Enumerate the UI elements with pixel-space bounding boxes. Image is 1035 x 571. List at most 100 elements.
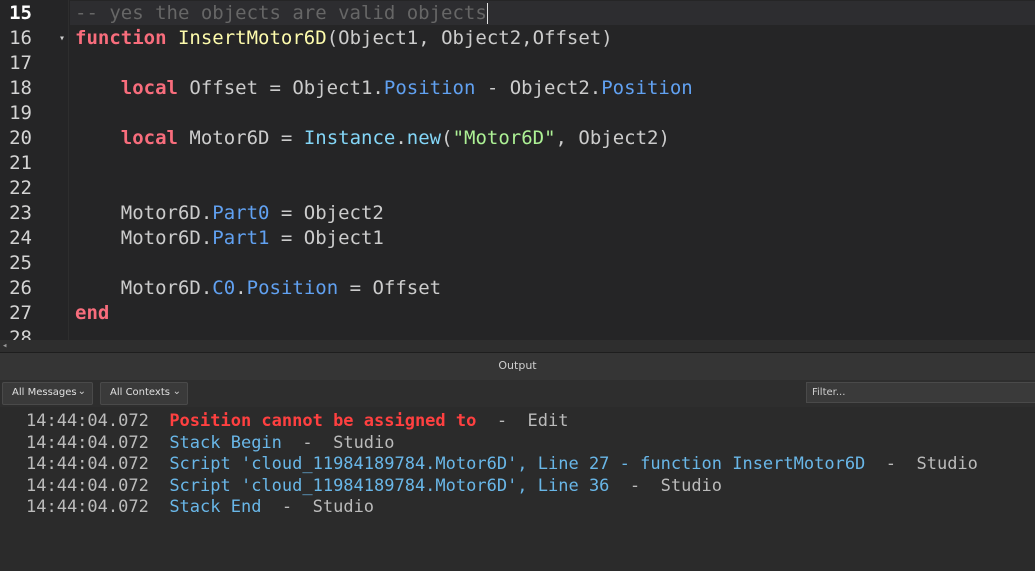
output-toolbar: All Messages ⌄ All Contexts ⌄ Filter... — [0, 380, 1035, 407]
line-number: 25 — [9, 252, 32, 274]
log-source: Studio — [333, 432, 395, 453]
code-line[interactable]: local Offset = Object1.Position - Object… — [75, 76, 693, 101]
code-token: Motor6D. — [75, 277, 213, 299]
log-timestamp: 14:44:04.072 — [26, 454, 149, 474]
code-token: = Offset — [338, 277, 442, 299]
editor-horizontal-scrollbar[interactable]: ◂ — [0, 340, 1035, 352]
code-token: . — [395, 127, 407, 149]
log-timestamp: 14:44:04.072 — [26, 497, 149, 517]
log-message: Script 'cloud_11984189784.Motor6D', Line… — [169, 454, 866, 474]
log-timestamp: 14:44:04.072 — [26, 411, 149, 431]
messages-filter-label: All Messages — [12, 387, 77, 398]
log-separator: - — [865, 454, 917, 474]
line-number: 20 — [9, 127, 32, 149]
code-token: Position — [246, 277, 339, 299]
code-token: end — [75, 302, 110, 324]
code-line[interactable]: Motor6D.Part0 = Object2 — [75, 201, 384, 226]
code-token: (Object1, Object2,Offset) — [326, 27, 613, 49]
log-separator: - — [281, 432, 334, 453]
chevron-down-icon: ⌄ — [77, 386, 86, 397]
output-log[interactable]: 14:44:04.072 Position cannot be assigned… — [0, 407, 1035, 571]
line-number-gutter: 15 16 17 18 19 20 21 22 23 24 25 26 27 28 — [0, 0, 60, 340]
line-number: 17 — [9, 52, 32, 74]
log-entry[interactable]: 14:44:04.072 Stack End - Studio — [26, 497, 374, 518]
line-number: 18 — [9, 77, 32, 99]
gutter-divider — [68, 0, 69, 340]
code-token: , Object2) — [555, 127, 670, 149]
code-editor[interactable]: 15 16 17 18 19 20 21 22 23 24 25 26 27 28 -- yes the … — [0, 0, 1035, 340]
code-token: = Object1 — [269, 227, 384, 249]
log-message: Script 'cloud_11984189784.Motor6D', Line… — [169, 475, 610, 496]
code-token: C0 — [212, 277, 236, 299]
code-token: Motor6D. — [75, 202, 213, 224]
line-number: 15 — [9, 2, 32, 24]
fold-chevron-down-icon[interactable]: ▾ — [59, 26, 65, 51]
code-token: Position — [383, 77, 476, 99]
log-message: Position cannot be assigned to — [169, 411, 477, 431]
line-number: 23 — [9, 202, 32, 224]
code-token: Motor6D. — [75, 227, 213, 249]
line-number: 22 — [9, 177, 32, 199]
contexts-filter-label: All Contexts — [110, 387, 170, 398]
line-number: 27 — [9, 302, 32, 324]
log-source: Studio — [660, 475, 723, 496]
log-entry[interactable]: 14:44:04.072 Stack Begin - Studio — [26, 433, 395, 454]
log-entry[interactable]: 14:44:04.072 Position cannot be assigned… — [26, 411, 569, 432]
code-token: InsertMotor6D — [177, 27, 327, 49]
code-token: "Motor6D" — [452, 127, 556, 149]
line-number: 21 — [9, 152, 32, 174]
code-token: -- yes the objects are valid objects — [75, 2, 487, 24]
log-timestamp: 14:44:04.072 — [26, 475, 149, 496]
filter-input[interactable]: Filter... — [806, 382, 1035, 403]
log-separator: - — [476, 411, 528, 431]
code-token: local — [120, 77, 178, 99]
code-line[interactable]: Motor6D.Part1 = Object1 — [75, 226, 384, 251]
log-source: Studio — [312, 497, 375, 517]
arrow-left-icon[interactable]: ◂ — [2, 341, 7, 351]
code-token: = Object2 — [269, 202, 384, 224]
code-token: new — [406, 127, 442, 149]
log-timestamp: 14:44:04.072 — [26, 432, 149, 453]
code-token: Offset = Object1. — [177, 77, 384, 99]
log-entry[interactable]: 14:44:04.072 Script 'cloud_11984189784.M… — [26, 476, 722, 497]
output-panel-title: Output — [498, 359, 537, 372]
code-token: Part0 — [212, 202, 270, 224]
code-token: Position — [601, 77, 693, 99]
contexts-filter-dropdown[interactable]: All Contexts ⌄ — [100, 382, 188, 405]
line-number: 24 — [9, 227, 32, 249]
log-source: Studio — [916, 454, 978, 474]
log-separator: - — [261, 497, 313, 517]
output-panel-header: Output — [0, 352, 1035, 381]
code-token: - Object2. — [475, 77, 602, 99]
log-message: Stack End — [169, 497, 262, 517]
code-token: Motor6D = — [177, 127, 304, 149]
line-number: 26 — [9, 277, 32, 299]
log-message: Stack Begin — [169, 432, 282, 453]
code-line[interactable]: Motor6D.C0.Position = Offset — [75, 276, 441, 301]
log-separator: - — [609, 475, 661, 496]
text-caret — [486, 3, 488, 24]
code-line[interactable]: local Motor6D = Instance.new("Motor6D", … — [75, 126, 670, 151]
code-token: function — [75, 27, 167, 49]
code-token: . — [235, 277, 247, 299]
log-entry[interactable]: 14:44:04.072 Script 'cloud_11984189784.M… — [26, 454, 978, 475]
code-line[interactable]: -- yes the objects are valid objects — [75, 1, 488, 26]
code-token: Part1 — [212, 227, 270, 249]
line-number: 16 — [9, 27, 32, 49]
code-line[interactable]: function InsertMotor6D(Object1, Object2,… — [75, 26, 613, 51]
messages-filter-dropdown[interactable]: All Messages ⌄ — [2, 382, 93, 405]
code-token: Instance — [303, 127, 396, 149]
line-number: 28 — [9, 327, 32, 340]
code-token: local — [120, 127, 178, 149]
code-line[interactable]: end — [75, 301, 109, 326]
line-number: 19 — [9, 102, 32, 124]
code-token: ( — [441, 127, 453, 149]
